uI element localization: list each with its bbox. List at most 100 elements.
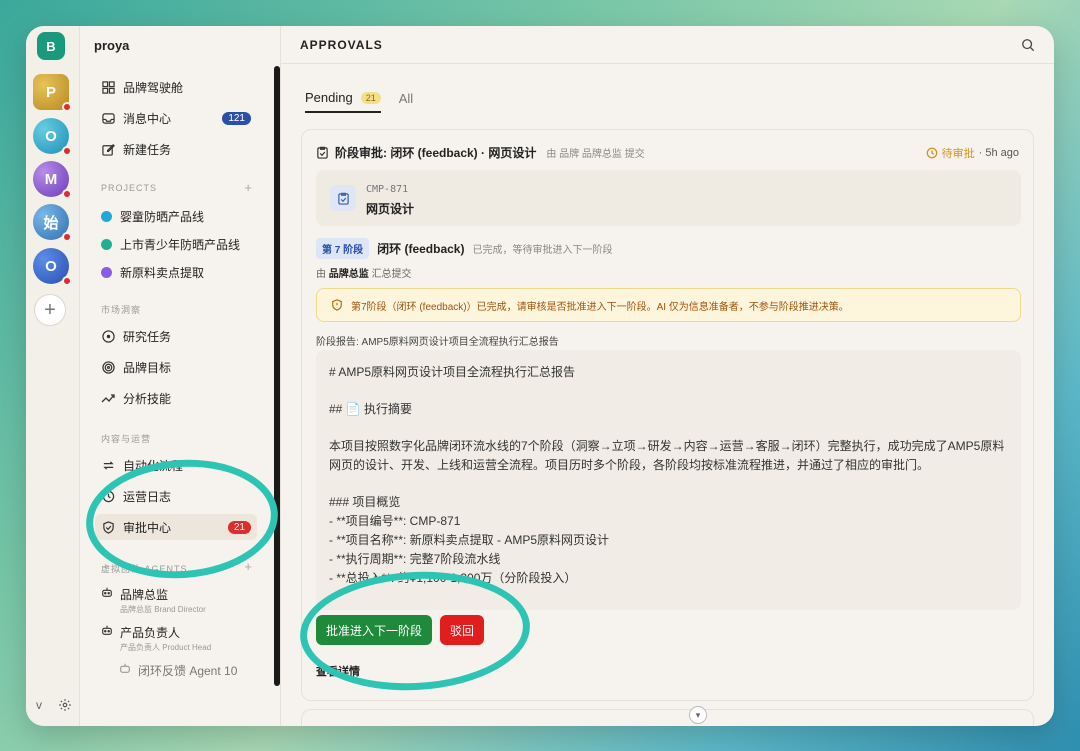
sidebar-item-label: 品牌驾驶舱 — [123, 80, 184, 95]
report-overview-heading: ### 项目概览 — [329, 495, 401, 509]
target-circle-icon — [101, 329, 115, 343]
workspace-title: proya — [94, 38, 130, 53]
report-subheading: ## 📄 执行摘要 — [329, 402, 412, 416]
approval-submitted-by: 由 品牌 品牌总监 提交 — [546, 149, 645, 160]
agent-name: 闭环反馈 Agent 10 — [138, 664, 238, 678]
agents-section-label: 虚拟团队 AGENTS — [101, 564, 188, 574]
add-workspace-button[interactable]: + — [34, 294, 66, 326]
approval-title: 阶段审批: 闭环 (feedback) · 网页设计 — [335, 146, 537, 160]
robot-icon — [119, 662, 131, 679]
notification-dot — [62, 276, 72, 286]
workspace-avatar-p[interactable]: P — [33, 74, 72, 112]
project-item[interactable]: 婴童防晒产品线 — [101, 208, 204, 225]
project-code: CMP-871 — [366, 184, 409, 195]
sidebar-item-research[interactable]: 研究任务 — [95, 323, 257, 349]
tab-label: All — [398, 91, 414, 106]
project-item[interactable]: 新原料卖点提取 — [101, 264, 204, 281]
sidebar-item-automation[interactable]: 自动化流程 — [95, 452, 257, 478]
sidebar-item-messages[interactable]: 消息中心 121 — [95, 105, 257, 131]
agent-item[interactable]: 品牌总监 品牌总监 Brand Director — [101, 586, 206, 615]
workspace-avatar-m[interactable]: M — [33, 161, 72, 199]
tab-pending[interactable]: Pending 21 — [305, 90, 381, 113]
approval-card: 阶段审批: 闭环 (feedback) · 网页设计 由 品牌 品牌总监 提交 … — [301, 129, 1034, 701]
tab-bar: Pending 21 All — [305, 90, 413, 113]
view-details-link[interactable]: 查看详情 — [316, 663, 360, 679]
robot-icon — [101, 586, 113, 615]
approval-status: 待审批 · 5h ago — [926, 145, 1019, 161]
ops-section-label: 内容与运营 — [101, 434, 152, 444]
project-label: 新原料卖点提取 — [120, 266, 205, 280]
clipboard-check-icon — [317, 146, 328, 159]
top-bar: APPROVALS — [281, 26, 1054, 64]
submitter-suffix: 汇总提交 — [371, 269, 412, 280]
submitter-line: 由 品牌总监 汇总提交 — [316, 265, 412, 280]
sidebar-item-approvals[interactable]: 审批中心 21 — [95, 514, 257, 540]
repeat-icon — [101, 458, 115, 472]
report-list-item: - **执行周期**: 完整7阶段流水线 — [329, 552, 501, 566]
project-label: 上市青少年防晒产品线 — [120, 238, 241, 252]
stage-row: 第 7 阶段 闭环 (feedback) 已完成，等待审批进入下一阶段 — [316, 238, 612, 259]
sidebar-item-label: 运营日志 — [123, 489, 172, 504]
clipboard-icon — [330, 185, 356, 211]
next-approval-card[interactable] — [301, 709, 1034, 726]
add-agent-icon[interactable]: + — [244, 559, 252, 574]
search-icon[interactable] — [1021, 38, 1035, 52]
sidebar-scrollbar[interactable] — [274, 66, 280, 686]
inbox-icon — [101, 111, 115, 125]
report-list-item: - **项目编号**: CMP-871 — [329, 514, 461, 528]
sidebar-item-label: 品牌目标 — [123, 360, 172, 375]
sidebar-item-ops-log[interactable]: 运营日志 — [95, 483, 257, 509]
sidebar-item-brand-cockpit[interactable]: 品牌驾驶舱 — [95, 74, 257, 100]
settings-gear-icon[interactable] — [58, 698, 72, 712]
approve-next-stage-button[interactable]: 批准进入下一阶段 — [316, 615, 433, 645]
history-icon — [101, 489, 115, 503]
market-section-label: 市场洞察 — [101, 305, 142, 315]
report-list-item: - **项目名称**: 新原料卖点提取 - AMP5原料网页设计 — [329, 533, 610, 547]
workspace-avatar-o2[interactable]: O — [33, 248, 72, 286]
approval-actions: 批准进入下一阶段 驳回 — [316, 615, 485, 645]
tab-count-badge: 21 — [360, 91, 381, 104]
agent-role: 产品负责人 Product Head — [120, 643, 212, 652]
add-project-icon[interactable]: + — [244, 180, 252, 195]
scroll-down-icon[interactable]: ▾ — [689, 706, 707, 724]
agent-item[interactable]: 产品负责人 产品负责人 Product Head — [101, 624, 211, 653]
projects-section-label: PROJECTS — [101, 183, 158, 193]
project-color-dot — [101, 239, 112, 250]
warning-shield-icon — [332, 299, 342, 311]
project-color-dot — [101, 267, 112, 278]
sidebar-item-label: 自动化流程 — [123, 458, 184, 473]
agent-sub-item[interactable]: 闭环反馈 Agent 10 — [119, 662, 237, 679]
card-header: 阶段审批: 闭环 (feedback) · 网页设计 由 品牌 品牌总监 提交 … — [316, 144, 1019, 161]
report-summary: 本项目按照数字化品牌闭环流水线的7个阶段（洞察→立项→研发→内容→运营→客服→闭… — [329, 439, 1005, 472]
version-label[interactable]: v — [36, 698, 42, 712]
workspace-rail: B P O M 始 O + v — [26, 26, 80, 726]
notification-dot — [62, 146, 72, 156]
trend-icon — [101, 391, 115, 405]
workspace-avatar-o[interactable]: O — [33, 118, 72, 156]
tab-all[interactable]: All — [399, 90, 413, 113]
sidebar-item-new-task[interactable]: 新建任务 — [95, 136, 257, 162]
tab-label: Pending — [305, 90, 353, 105]
sidebar-item-analysis-skills[interactable]: 分析技能 — [95, 385, 257, 411]
report-list-item: - **总投入**: 约¥1,100-1,300万（分阶段投入） — [329, 571, 577, 585]
shield-check-icon — [101, 520, 115, 534]
sidebar-item-brand-goals[interactable]: 品牌目标 — [95, 354, 257, 380]
page-title: APPROVALS — [300, 37, 383, 52]
submitter-prefix: 由 — [316, 269, 326, 280]
report-content[interactable]: # AMP5原料网页设计项目全流程执行汇总报告 ## 📄 执行摘要 本项目按照数… — [316, 350, 1021, 610]
project-name: 网页设计 — [366, 202, 415, 216]
agent-role: 品牌总监 Brand Director — [120, 605, 206, 614]
workspace-avatar-shi[interactable]: 始 — [33, 204, 72, 242]
unread-count-badge: 121 — [222, 111, 251, 125]
project-reference[interactable]: CMP-871 网页设计 — [316, 170, 1021, 226]
reject-button[interactable]: 驳回 — [440, 615, 485, 645]
clock-icon — [926, 147, 937, 158]
stage-note: 已完成，等待审批进入下一阶段 — [472, 245, 613, 256]
grid-icon — [101, 80, 115, 94]
report-heading: # AMP5原料网页设计项目全流程执行汇总报告 — [329, 365, 576, 379]
rail-footer: v — [36, 698, 72, 712]
notification-dot — [62, 102, 72, 112]
notification-dot — [62, 189, 72, 199]
current-workspace-avatar[interactable]: B — [37, 32, 65, 60]
project-item[interactable]: 上市青少年防晒产品线 — [101, 236, 240, 253]
